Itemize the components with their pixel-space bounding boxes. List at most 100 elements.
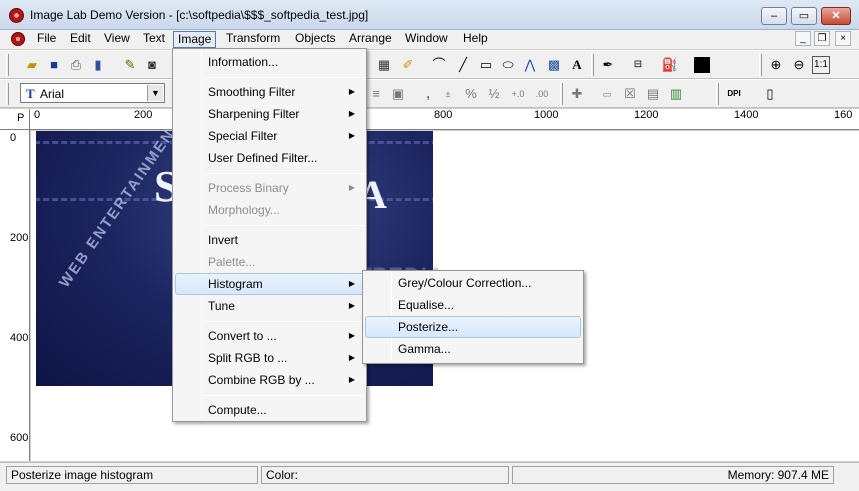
mesh-icon[interactable]: ▩ [544,55,564,75]
menu-bar: File Edit View Text Image Transform Obje… [0,30,859,49]
toolbar-grip[interactable] [759,54,762,76]
ruler-label: 600 [10,432,29,444]
menu-item-user-defined-filter[interactable]: User Defined Filter... [175,147,364,169]
paint-brush-icon[interactable]: ✐ [398,55,418,75]
menu-objects[interactable]: Objects [291,31,340,48]
ruler-label: 160 [834,109,853,121]
menu-item-convert-to[interactable]: Convert to ... ▶ [175,325,364,347]
pen-color-icon[interactable]: ✒ [598,55,618,75]
chevron-down-icon[interactable]: ▼ [147,85,163,101]
decrease-decimal-icon[interactable]: .00 [532,84,552,104]
ok-icon[interactable]: ▭ [597,84,617,104]
frame-icon[interactable]: ▣ [388,84,408,104]
cancel-box-icon[interactable]: ☒ [620,84,640,104]
ruler-label: 200 [10,232,29,244]
device-icon[interactable]: ▯ [760,84,780,104]
rectangle-icon[interactable]: ▭ [476,55,496,75]
zoom-out-icon[interactable]: ⊖ [789,55,809,75]
menu-item-posterize[interactable]: Posterize... [365,316,581,338]
minimize-button[interactable]: – [761,7,787,25]
ruler-unit-corner[interactable]: P [0,109,30,130]
menu-item-equalise[interactable]: Equalise... [365,294,581,316]
status-color: Color: [261,466,509,484]
percent-icon[interactable]: % [461,84,481,104]
text-tool-icon[interactable]: A [567,55,587,75]
menu-item-tune[interactable]: Tune ▶ [175,295,364,317]
menu-item-gamma[interactable]: Gamma... [365,338,581,360]
menu-item-information[interactable]: Information... [175,51,364,73]
increase-decimal-icon[interactable]: +.0 [508,84,528,104]
mdi-close-button[interactable]: × [835,31,851,46]
font-selector[interactable]: T Arial ▼ [20,83,165,103]
menu-item-sharpening-filter[interactable]: Sharpening Filter ▶ [175,103,364,125]
app-icon[interactable] [9,8,24,23]
font-name: Arial [40,87,65,101]
menu-item-invert[interactable]: Invert [175,229,364,251]
menu-image[interactable]: Image [173,31,217,48]
mdi-minimize-button[interactable]: _ [795,31,811,46]
document-icon[interactable] [11,32,25,46]
toolbar-grip[interactable] [716,83,719,105]
cross-icon[interactable]: ✚ [567,84,587,104]
ellipse-icon[interactable]: ⬭ [498,55,518,75]
menu-item-label: User Defined Filter... [208,151,318,165]
menu-arrange[interactable]: Arrange [345,31,396,48]
save-disk-icon[interactable]: ■ [44,55,64,75]
dpi-icon[interactable]: DPI [724,84,744,104]
submenu-arrow-icon: ▶ [348,131,355,140]
menu-item-label: Information... [208,55,279,69]
camera-icon[interactable]: ◙ [142,55,162,75]
toolbar-grip[interactable] [591,54,594,76]
menu-item-smoothing-filter[interactable]: Smoothing Filter ▶ [175,81,364,103]
line-width-icon[interactable]: ⊟ [628,55,648,75]
menu-window[interactable]: Window [401,31,452,48]
acquire-icon[interactable]: ✎ [120,55,140,75]
print-icon[interactable]: ⎙ [66,55,86,75]
toolbar-grip[interactable] [560,83,563,105]
menu-item-combine-rgb[interactable]: Combine RGB by ... ▶ [175,369,364,391]
menu-item-special-filter[interactable]: Special Filter ▶ [175,125,364,147]
fraction-icon[interactable]: ½ [484,84,504,104]
menu-transform[interactable]: Transform [222,31,284,48]
close-button[interactable]: ✕ [821,7,851,25]
toolbar-grip[interactable] [6,83,9,105]
align-icon[interactable]: ≡ [366,84,386,104]
freeform-icon[interactable]: ⌒ [429,55,449,75]
truetype-icon: T [26,86,35,101]
bar-chart-icon[interactable]: ▥ [666,84,686,104]
menu-item-split-rgb[interactable]: Split RGB to ... ▶ [175,347,364,369]
menu-edit[interactable]: Edit [66,31,95,48]
table-icon[interactable]: ▤ [643,84,663,104]
menu-item-label: Posterize... [398,320,459,334]
polyline-icon[interactable]: ⋀ [520,55,540,75]
menu-text[interactable]: Text [139,31,169,48]
fill-bucket-icon[interactable]: ⛽ [660,55,680,75]
maximize-button[interactable]: ▭ [791,7,817,25]
ruler-label: 1200 [634,109,659,121]
image-insert-icon[interactable] [376,55,396,75]
ruler-label: 1000 [534,109,559,121]
menu-view[interactable]: View [100,31,134,48]
menu-item-label: Tune [208,299,235,313]
menu-item-label: Combine RGB by ... [208,373,315,387]
plus-minus-icon[interactable]: ± [438,84,458,104]
menu-file[interactable]: File [33,31,60,48]
open-folder-icon[interactable]: ▰ [22,55,42,75]
actual-size-icon[interactable]: 1:1 [812,56,830,74]
menu-separator [203,225,364,226]
comma-format-icon[interactable]: , [418,84,438,104]
menu-item-histogram[interactable]: Histogram ▶ [175,273,364,295]
menu-item-label: Process Binary [208,181,289,195]
ruler-unit: P [17,112,25,124]
scanner-icon[interactable]: ▮ [88,55,108,75]
menu-item-grey-colour-correction[interactable]: Grey/Colour Correction... [365,272,581,294]
horizontal-ruler: 0 200 800 1000 1200 1400 160 [30,109,859,130]
menu-help[interactable]: Help [459,31,492,48]
menu-item-compute[interactable]: Compute... [175,399,364,421]
zoom-in-icon[interactable]: ⊕ [766,55,786,75]
mdi-restore-button[interactable]: ❐ [814,31,830,46]
toolbar-grip[interactable] [6,54,9,76]
fill-color-swatch[interactable] [694,57,710,73]
ruler-label: 800 [434,109,453,121]
line-icon[interactable]: ╱ [453,55,473,75]
